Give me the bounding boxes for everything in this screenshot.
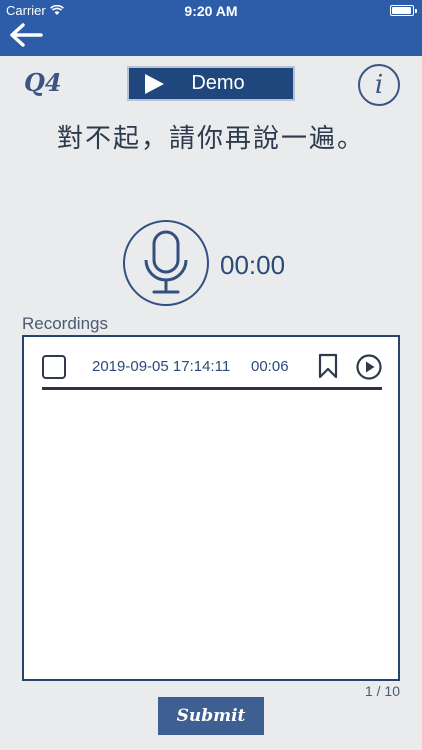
play-recording-icon[interactable] bbox=[356, 354, 382, 380]
page-indicator: 1 / 10 bbox=[364, 683, 400, 699]
question-number: Q4 bbox=[24, 68, 62, 97]
demo-button[interactable]: Demo bbox=[127, 66, 295, 101]
recording-divider bbox=[42, 387, 382, 390]
arrow-left-icon bbox=[10, 23, 43, 47]
recordings-title: Recordings bbox=[22, 314, 108, 333]
info-icon: i bbox=[374, 70, 384, 100]
bookmark-icon[interactable] bbox=[318, 353, 338, 379]
play-icon bbox=[145, 73, 164, 94]
top-bar: Carrier 9:20 AM bbox=[0, 0, 422, 56]
recording-item[interactable]: 2019-09-05 17:14:11 00:06 bbox=[42, 351, 382, 391]
battery-icon bbox=[390, 5, 417, 16]
question-prompt: 對不起，請你再說一遍。 bbox=[56, 123, 365, 153]
recording-duration: 00:06 bbox=[251, 358, 289, 375]
status-bar: Carrier 9:20 AM bbox=[0, 0, 422, 22]
record-button[interactable] bbox=[123, 220, 209, 306]
demo-button-label: Demo bbox=[191, 72, 245, 94]
info-button[interactable]: i bbox=[358, 64, 400, 106]
recording-timer: 00:00 bbox=[220, 250, 286, 280]
recording-checkbox[interactable] bbox=[42, 355, 66, 379]
microphone-icon bbox=[144, 230, 188, 294]
recordings-list[interactable]: 2019-09-05 17:14:11 00:06 bbox=[22, 335, 400, 681]
submit-button-label: Submit bbox=[176, 706, 246, 726]
status-time: 9:20 AM bbox=[184, 3, 238, 19]
back-button[interactable] bbox=[6, 20, 46, 50]
submit-button[interactable]: Submit bbox=[158, 697, 264, 735]
recording-date: 2019-09-05 17:14:11 bbox=[92, 358, 231, 375]
